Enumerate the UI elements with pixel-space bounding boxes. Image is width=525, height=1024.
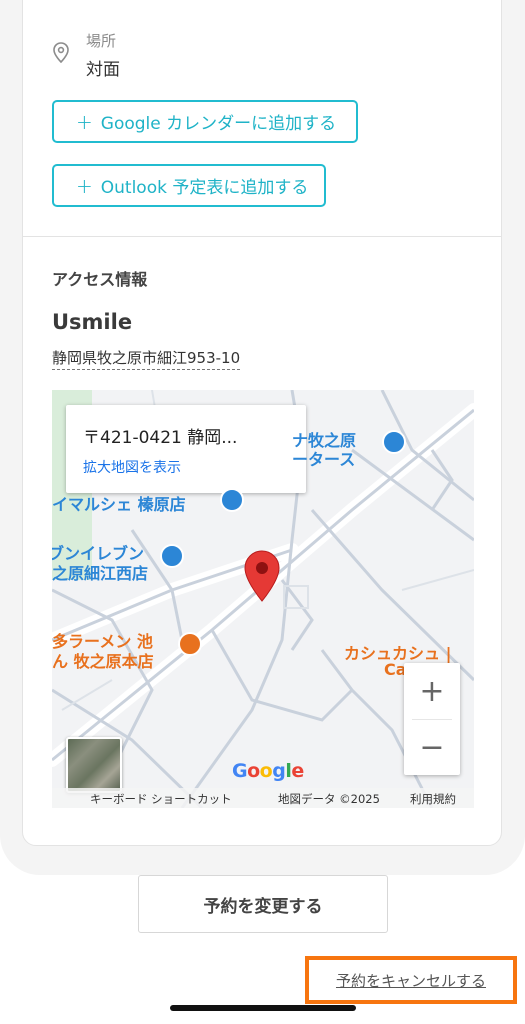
terms-link[interactable]: 利用規約 — [410, 791, 456, 807]
section-divider — [23, 236, 501, 237]
add-to-outlook-calendar-button[interactable]: + Outlook 予定表に追加する — [52, 164, 326, 207]
poi-label: ん 牧之原本店 — [52, 652, 154, 671]
restaurant-icon[interactable] — [178, 632, 202, 656]
add-to-google-calendar-button[interactable]: + Google カレンダーに追加する — [52, 100, 358, 143]
shopping-bag-icon[interactable] — [382, 430, 406, 454]
cancel-reservation-link[interactable]: 予約をキャンセルする — [336, 970, 486, 991]
poi-label: 之原細江西店 — [52, 564, 149, 583]
map-info-window: 〒421-0421 静岡... 拡大地図を表示 — [66, 405, 306, 493]
view-larger-map-link[interactable]: 拡大地図を表示 — [83, 457, 181, 477]
add-to-outlook-calendar-label: Outlook 予定表に追加する — [100, 178, 309, 198]
plus-icon: + — [76, 109, 93, 134]
home-indicator — [170, 1005, 356, 1011]
map-data-attribution: 地図データ ©2025 — [278, 792, 380, 806]
map-footer: キーボード ショートカット 地図データ ©2025 利用規約 — [52, 788, 474, 808]
google-logo: Google — [232, 760, 304, 782]
store-name: Usmile — [52, 310, 133, 334]
poi-label: イマルシェ 榛原店 — [52, 495, 186, 514]
google-map[interactable]: 〒421-0421 静岡... 拡大地図を表示 ナ牧之原 ータース イマルシェ … — [52, 390, 474, 808]
store-icon[interactable] — [160, 544, 184, 568]
map-marker-icon[interactable] — [244, 550, 280, 602]
location-pin-icon — [53, 42, 69, 64]
add-to-google-calendar-label: Google カレンダーに追加する — [100, 114, 337, 134]
satellite-view-toggle[interactable] — [66, 737, 122, 793]
zoom-out-button[interactable]: − — [404, 719, 460, 775]
access-heading: アクセス情報 — [52, 270, 148, 289]
poi-label: ータース — [292, 450, 356, 469]
location-label: 場所 — [86, 32, 117, 50]
zoom-in-button[interactable]: + — [404, 663, 460, 719]
shopping-cart-icon[interactable] — [220, 488, 244, 512]
store-address-link[interactable]: 静岡県牧之原市細江953-10 — [52, 347, 241, 370]
keyboard-shortcuts-link[interactable]: キーボード ショートカット — [90, 791, 232, 807]
plus-icon: + — [76, 173, 93, 198]
map-info-address: 〒421-0421 静岡... — [83, 428, 238, 448]
location-value: 対面 — [86, 60, 120, 80]
map-zoom-controls: + − — [404, 663, 460, 775]
cancel-highlight-box: 予約をキャンセルする — [305, 956, 517, 1004]
change-reservation-button[interactable]: 予約を変更する — [138, 875, 388, 933]
